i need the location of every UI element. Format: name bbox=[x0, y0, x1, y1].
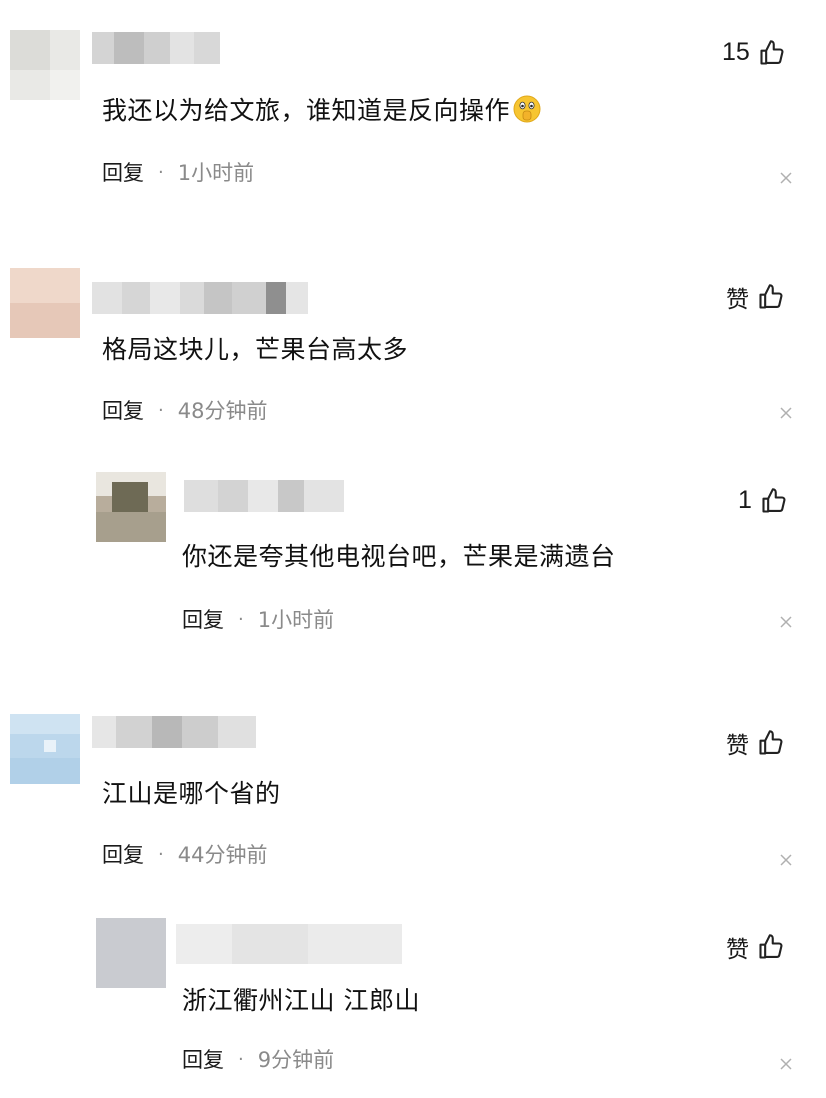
reply-button[interactable]: 回复 bbox=[182, 1046, 224, 1074]
comment-meta: 回复 · 9分钟前 bbox=[182, 1046, 334, 1074]
comment-text: 浙江衢州江山 江郎山 bbox=[182, 986, 420, 1015]
like-label: 赞 bbox=[726, 937, 749, 963]
avatar[interactable] bbox=[96, 918, 166, 988]
close-icon[interactable] bbox=[779, 1057, 793, 1071]
like-button[interactable]: 赞 bbox=[726, 930, 785, 964]
username-blurred[interactable] bbox=[176, 924, 402, 964]
timestamp: 9分钟前 bbox=[257, 1048, 335, 1072]
reply-comment-2: 赞 浙江衢州江山 江郎山 回复 · 9分钟前 bbox=[0, 0, 826, 1098]
separator-dot: · bbox=[238, 1049, 244, 1070]
thumbs-up-icon bbox=[759, 934, 783, 959]
